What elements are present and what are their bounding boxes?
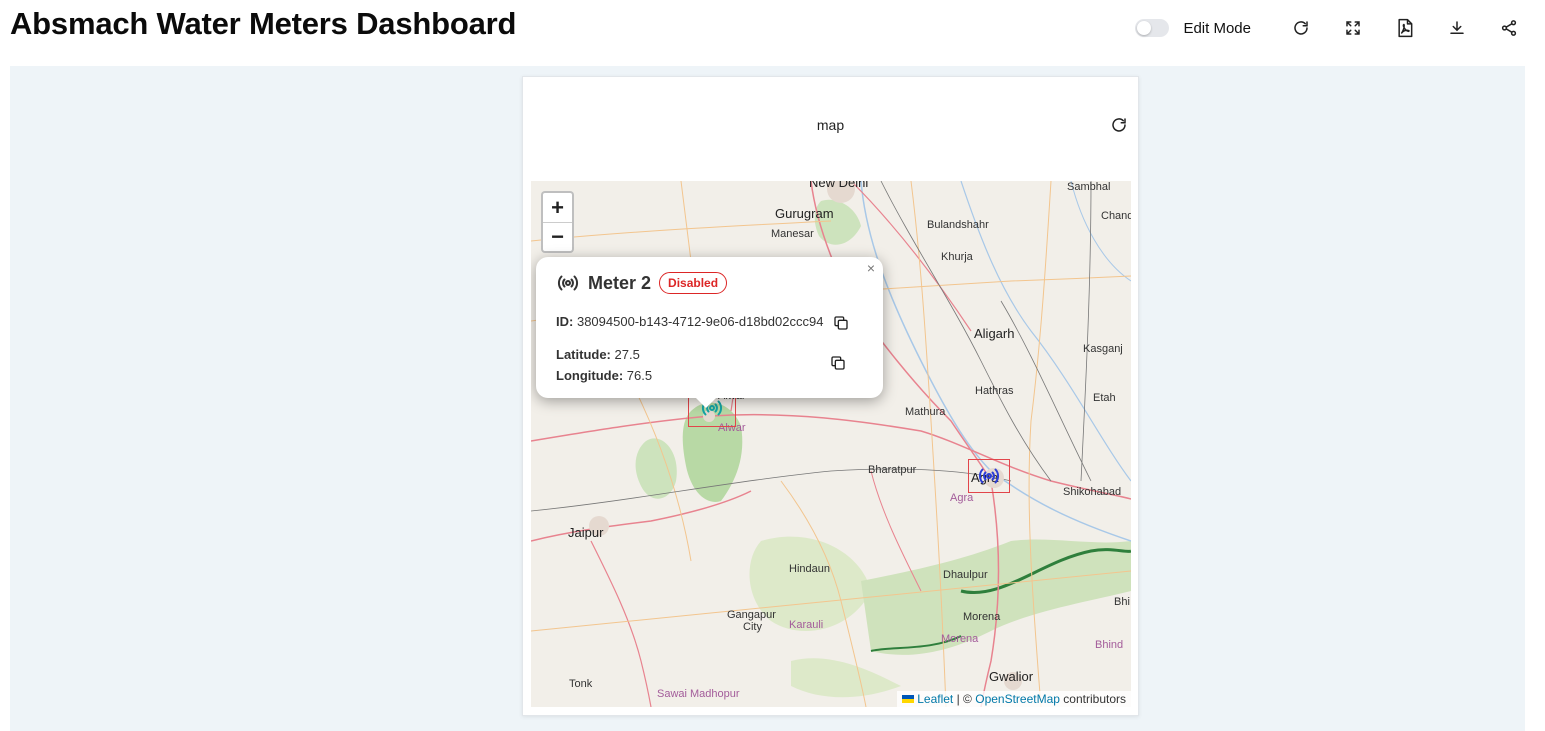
map-label: Sambhal	[1067, 181, 1111, 193]
map-label: Dhaulpur	[943, 569, 988, 581]
longitude-value: 76.5	[626, 368, 653, 383]
map-label: Agra	[950, 492, 974, 504]
zoom-control: + −	[541, 191, 574, 253]
edit-mode-toggle[interactable]	[1135, 19, 1170, 37]
broadcast-icon	[557, 275, 579, 291]
openstreetmap-link[interactable]: OpenStreetMap	[975, 692, 1060, 706]
download-icon	[1450, 21, 1464, 34]
copy-id-icon[interactable]	[833, 315, 849, 331]
map-label: New Delhi	[809, 181, 869, 190]
status-badge: Disabled	[659, 272, 728, 294]
toolbar: Edit Mode	[1135, 10, 1527, 46]
map-label: Chand	[1101, 210, 1131, 222]
map-label: Tonk	[569, 678, 593, 690]
latitude-row: Latitude: 27.5	[556, 347, 640, 362]
popup-header: Meter 2 Disabled	[556, 271, 728, 295]
zoom-out-button[interactable]: −	[543, 222, 572, 251]
map-view[interactable]: New Delhi Gurugram Manesar Sambhal Chand…	[531, 181, 1131, 707]
map-label: Morena	[941, 633, 979, 645]
widget-title: map	[816, 117, 845, 133]
map-label: Manesar	[771, 228, 814, 240]
meter-id-label: ID:	[556, 314, 574, 329]
map-label: Karauli	[789, 619, 824, 631]
zoom-in-button[interactable]: +	[543, 193, 572, 222]
page-title: Absmach Water Meters Dashboard	[10, 6, 517, 41]
map-label: Mathura	[905, 406, 946, 418]
dashboard-canvas: map New Delhi Gurugram Manesar Sambhal C…	[10, 66, 1525, 731]
map-label: Aligarh	[974, 326, 1015, 341]
share-icon	[1501, 20, 1517, 36]
map-label: City	[743, 621, 762, 633]
meter-marker-agra[interactable]	[968, 459, 1010, 493]
fullscreen-button[interactable]	[1335, 10, 1371, 46]
map-label: Bulandshahr	[927, 219, 989, 231]
map-label: Gangapur	[727, 609, 776, 621]
edit-mode-label: Edit Mode	[1183, 19, 1251, 37]
export-pdf-button[interactable]	[1387, 10, 1423, 46]
map-label: Morena	[963, 611, 1001, 623]
map-label: Khurja	[941, 251, 973, 263]
meter-id-value: 38094500-b143-4712-9e06-d18bd02ccc94	[576, 314, 824, 329]
map-label: Etah	[1093, 392, 1116, 404]
map-label: Gurugram	[775, 206, 834, 221]
meter-name: Meter 2	[588, 272, 652, 293]
longitude-label: Longitude:	[556, 368, 624, 383]
latitude-value: 27.5	[614, 347, 640, 362]
refresh-icon	[1294, 21, 1308, 35]
ukraine-flag-icon	[902, 695, 915, 703]
map-label: Bharatpur	[868, 464, 917, 476]
latitude-label: Latitude:	[556, 347, 611, 362]
map-label: Hathras	[975, 385, 1014, 397]
map-label: Bhind	[1095, 639, 1124, 651]
broadcast-icon	[978, 468, 1000, 484]
attribution-suffix: contributors	[1063, 692, 1126, 706]
longitude-row: Longitude: 76.5	[556, 368, 652, 383]
fullscreen-icon	[1346, 21, 1360, 35]
map-label: Bhi	[1114, 596, 1130, 608]
download-button[interactable]	[1439, 10, 1475, 46]
map-label: Gwalior	[989, 669, 1034, 684]
map-label: Kasganj	[1083, 343, 1123, 355]
refresh-button[interactable]	[1283, 10, 1319, 46]
dashboard-header: Absmach Water Meters Dashboard Edit Mode	[0, 0, 1545, 66]
map-label: Hindaun	[789, 563, 830, 575]
map-label: Sawai Madhopur	[657, 688, 740, 700]
share-button[interactable]	[1491, 10, 1527, 46]
widget-refresh-icon[interactable]	[1110, 116, 1128, 134]
meter-id-row: ID: 38094500-b143-4712-9e06-d18bd02ccc94	[556, 314, 823, 329]
attribution-separator: | ©	[956, 692, 972, 706]
pdf-icon	[1398, 18, 1413, 38]
map-attribution: Leaflet | © OpenStreetMap contributors	[897, 691, 1131, 707]
leaflet-link[interactable]: Leaflet	[917, 692, 953, 706]
meter-popup: × Meter 2 Disabled ID: 38094500-b143-471…	[536, 257, 883, 408]
map-widget: map New Delhi Gurugram Manesar Sambhal C…	[522, 76, 1139, 716]
map-label: Jaipur	[568, 525, 604, 540]
copy-coordinates-icon[interactable]	[830, 355, 846, 371]
popup-close-button[interactable]: ×	[867, 260, 875, 276]
map-label: Shikohabad	[1063, 486, 1122, 498]
